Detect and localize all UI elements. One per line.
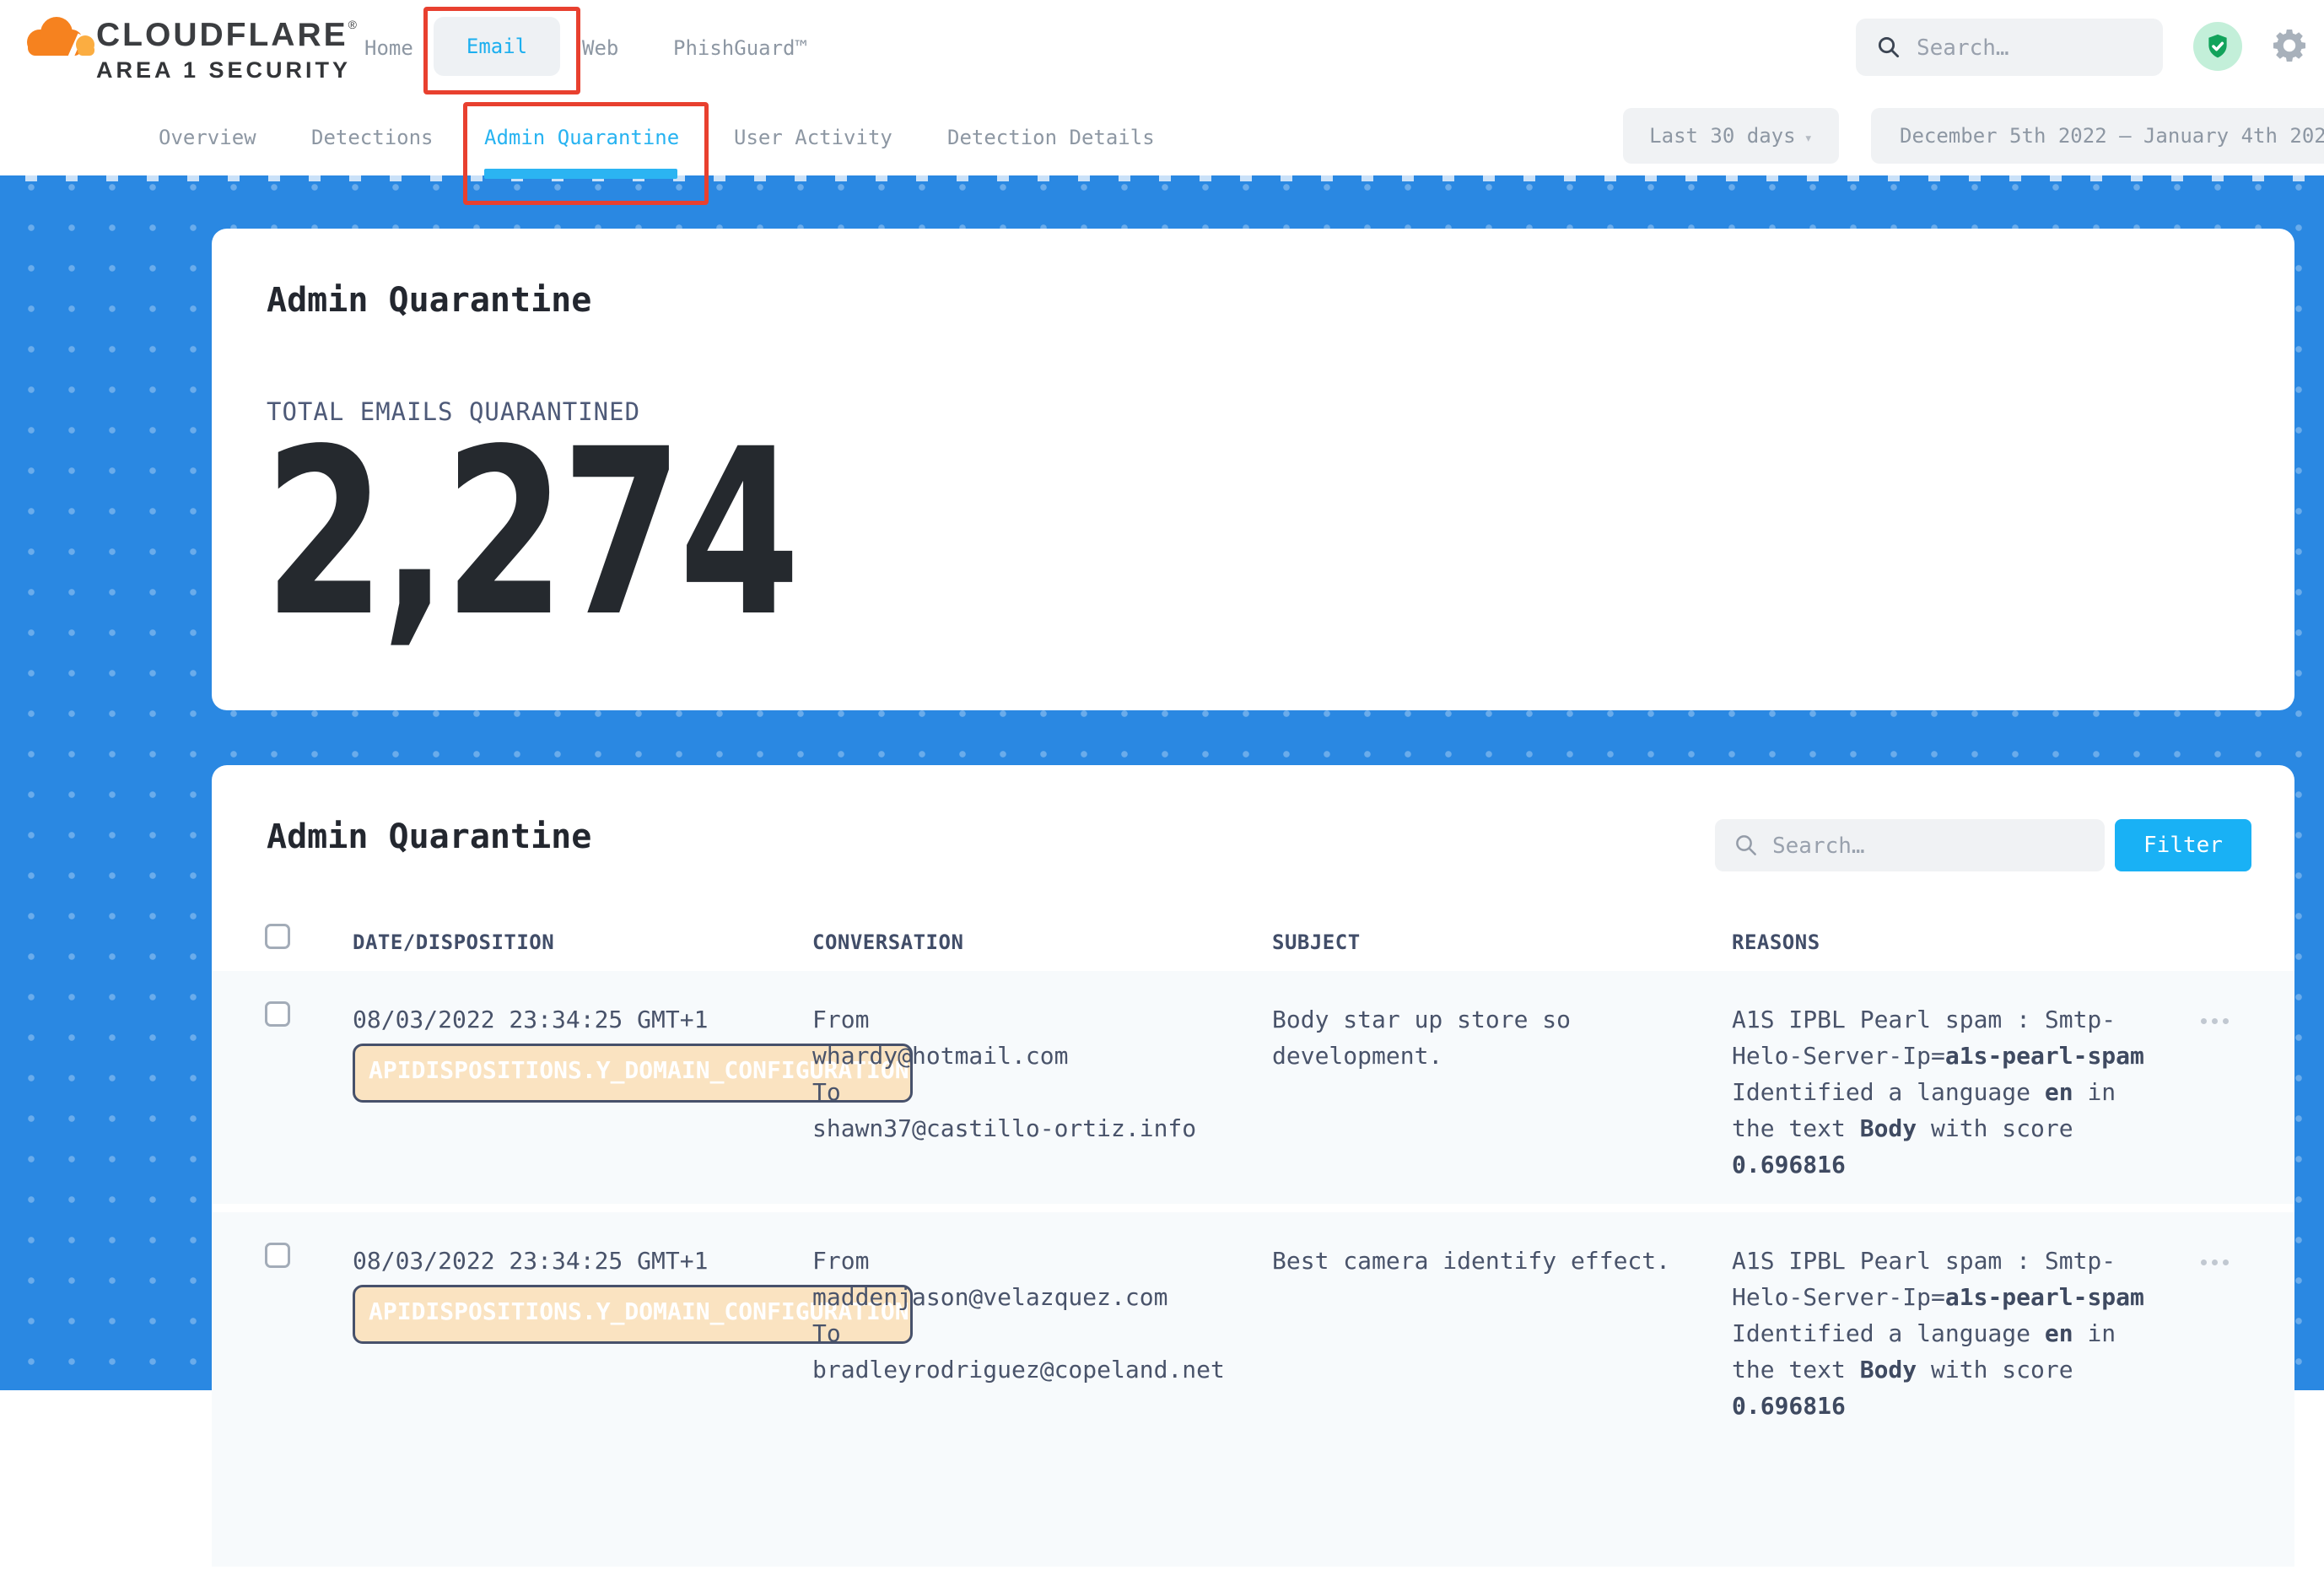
row-subject: Best camera identify effect. [1272,1243,1694,1279]
tab-admin-quarantine[interactable]: Admin Quarantine [484,125,679,150]
table-card-title: Admin Quarantine [267,817,591,856]
row-subject: Body star up store so development. [1272,1001,1694,1074]
row-conversation: From whardy@hotmail.com To shawn37@casti… [812,1001,1196,1146]
brand-block: CLOUDFLARE® AREA 1 SECURITY [96,19,357,82]
date-range-button[interactable]: December 5th 2022 — January 4th 2023 [1871,108,2324,164]
nav-item-home[interactable]: Home [364,35,413,61]
from-address: whardy@hotmail.com [812,1038,1196,1074]
row-menu-ellipsis-icon[interactable] [2201,1253,2234,1269]
caret-down-icon: ▾ [1804,130,1813,147]
table-row: 08/03/2022 23:34:25 GMT+1 APIDISPOSITION… [212,1212,2294,1567]
row-reasons: A1S IPBL Pearl spam : Smtp-Helo-Server-I… [1732,1001,2158,1183]
nav-item-web[interactable]: Web [582,35,618,61]
nav-item-email[interactable]: Email [434,17,560,76]
global-search[interactable] [1856,19,2163,76]
tab-detection-details[interactable]: Detection Details [947,125,1155,150]
table-search-input[interactable] [1771,819,2086,873]
column-header-date: DATE/DISPOSITION [353,930,554,954]
from-label: From [812,1243,1225,1279]
from-address: maddenjason@velazquez.com [812,1279,1225,1315]
summary-card: Admin Quarantine TOTAL EMAILS QUARANTINE… [212,229,2294,710]
row-menu-ellipsis-icon[interactable] [2201,1011,2234,1028]
select-all-checkbox[interactable] [265,924,290,949]
top-header: CLOUDFLARE® AREA 1 SECURITY Home Email W… [0,0,2324,175]
row-checkbox[interactable] [265,1243,290,1268]
time-range-dropdown[interactable]: Last 30 days ▾ [1623,108,1839,164]
column-header-conversation: CONVERSATION [812,930,963,954]
column-header-reasons: REASONS [1732,930,1820,954]
summary-card-title: Admin Quarantine [267,281,591,320]
row-conversation: From maddenjason@velazquez.com To bradle… [812,1243,1225,1388]
row-checkbox[interactable] [265,1001,290,1027]
tab-overview[interactable]: Overview [159,125,256,150]
total-quarantined-value: 2,274 [264,419,796,649]
brand-name: CLOUDFLARE [96,17,348,53]
row-date: 08/03/2022 23:34:25 GMT+1 [353,1243,708,1279]
table-body: 08/03/2022 23:34:25 GMT+1 APIDISPOSITION… [212,971,2294,1575]
time-range-label: Last 30 days [1649,124,1795,148]
to-address: bradleyrodriguez@copeland.net [812,1351,1225,1388]
search-icon [1876,35,1901,60]
column-header-subject: SUBJECT [1272,930,1361,954]
cloudflare-cloud-icon [17,10,98,69]
table-search[interactable] [1715,819,2105,871]
shield-check-icon [2203,32,2232,61]
gear-icon[interactable] [2269,25,2310,66]
account-status-badge[interactable] [2193,22,2242,71]
row-reasons: A1S IPBL Pearl spam : Smtp-Helo-Server-I… [1732,1243,2158,1424]
dotted-divider [0,175,2324,181]
nav-item-phishguard[interactable]: PhishGuard™ [673,35,807,61]
table-row: 08/03/2022 23:34:25 GMT+1 APIDISPOSITION… [212,971,2294,1204]
active-tab-underline [484,169,677,179]
from-label: From [812,1001,1196,1038]
brand-subtitle: AREA 1 SECURITY [96,59,357,82]
tab-detections[interactable]: Detections [311,125,434,150]
filter-button[interactable]: Filter [2115,819,2251,871]
global-search-input[interactable] [1915,19,2146,78]
to-label: To [812,1074,1196,1110]
to-address: shawn37@castillo-ortiz.info [812,1110,1196,1146]
quarantine-table-card: Admin Quarantine Filter DATE/DISPOSITION… [212,765,2294,1423]
row-date: 08/03/2022 23:34:25 GMT+1 [353,1001,708,1038]
tab-user-activity[interactable]: User Activity [734,125,892,150]
to-label: To [812,1315,1225,1351]
search-icon [1734,833,1759,858]
brand-trademark: ® [348,18,357,31]
